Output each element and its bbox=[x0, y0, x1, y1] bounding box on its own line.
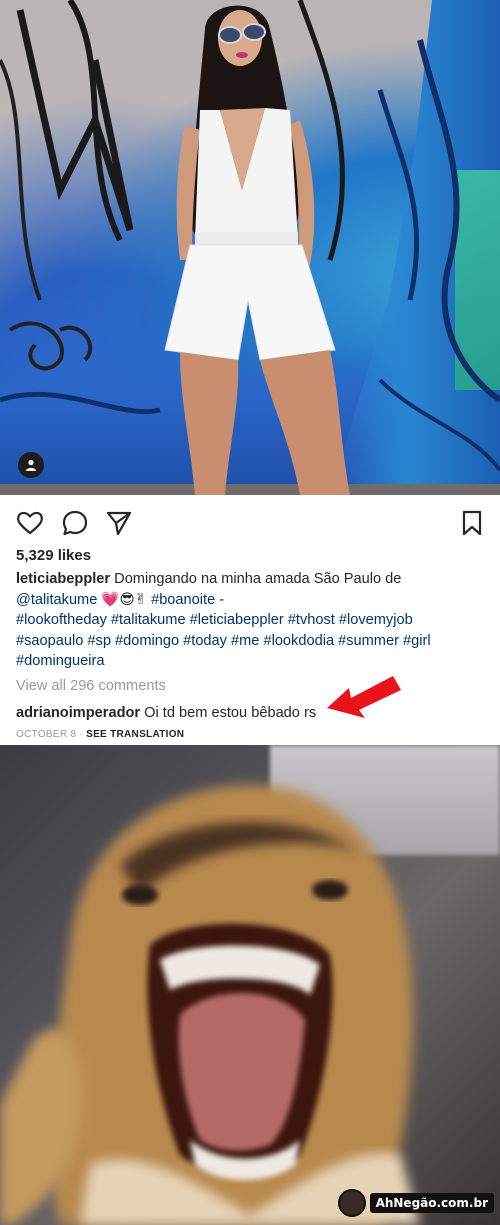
caption-dash: - bbox=[215, 591, 225, 608]
caption-hashtags-line-2[interactable]: #saopaulo #sp #domingo #today #me #lookd… bbox=[16, 633, 431, 649]
caption-mention[interactable]: @talitakume bbox=[16, 592, 97, 608]
caption-hashtags-line-1[interactable]: #lookoftheday #talitakume #leticiabepple… bbox=[16, 612, 413, 628]
meta-separator: · bbox=[76, 729, 87, 740]
caption-emojis: 💗😎✌ bbox=[101, 591, 148, 608]
caption-hashtags-line-3[interactable]: #domingueira bbox=[16, 653, 104, 669]
post-meta: OCTOBER 8 · SEE TRANSLATION bbox=[16, 729, 184, 740]
comment: adrianoimperador Oi td bem estou bêbado … bbox=[16, 705, 316, 721]
watermark-logo-icon bbox=[337, 1189, 366, 1217]
comment-text: Oi td bem estou bêbado rs bbox=[144, 705, 317, 721]
post-date: OCTOBER 8 bbox=[16, 729, 77, 740]
caption-hashtag[interactable]: #boanoite bbox=[151, 592, 215, 608]
send-icon[interactable] bbox=[105, 509, 133, 537]
likes-count[interactable]: 5,329 likes bbox=[16, 547, 91, 564]
caption-text: Domingando na minha amada São Paulo de bbox=[114, 571, 402, 587]
post-caption: leticiabeppler Domingando na minha amada… bbox=[16, 569, 486, 672]
red-arrow-icon bbox=[327, 676, 401, 718]
barking-dog-figure bbox=[0, 785, 420, 1225]
user-tag-icon[interactable] bbox=[18, 452, 44, 478]
site-watermark: AhNegão.com.br bbox=[337, 1189, 494, 1217]
view-all-comments-link[interactable]: View all 296 comments bbox=[16, 678, 166, 694]
comment-username[interactable]: adrianoimperador bbox=[16, 705, 140, 721]
dog-photo: AhNegão.com.br bbox=[0, 745, 500, 1225]
see-translation-link[interactable]: SEE TRANSLATION bbox=[86, 729, 184, 740]
comment-icon[interactable] bbox=[61, 509, 89, 537]
woman-figure bbox=[164, 5, 350, 495]
caption-username[interactable]: leticiabeppler bbox=[16, 571, 110, 587]
bookmark-icon[interactable] bbox=[458, 509, 486, 537]
watermark-text: AhNegão.com.br bbox=[369, 1193, 494, 1213]
post-details: 5,329 likes leticiabeppler Domingando na… bbox=[0, 495, 500, 745]
action-bar bbox=[16, 509, 486, 537]
heart-icon[interactable] bbox=[16, 509, 44, 537]
post-photo[interactable] bbox=[0, 0, 500, 495]
